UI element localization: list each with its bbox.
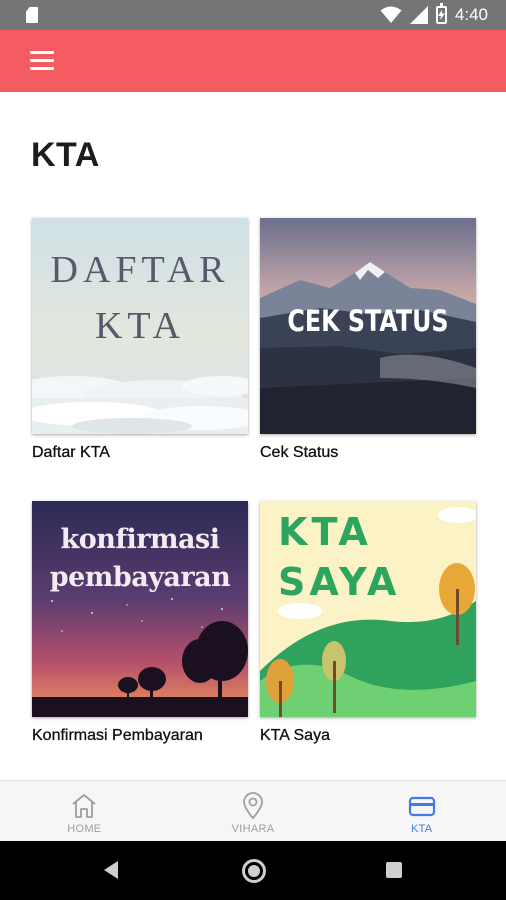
card-label: KTA Saya (260, 727, 330, 744)
status-icons: 4:40 (380, 0, 488, 30)
status-bar: 4:40 (0, 0, 506, 30)
card-image-text: konfirmasi pembayaran (49, 524, 231, 593)
card-image-konfirmasi-pembayaran: konfirmasi pembayaran (32, 501, 248, 717)
card-image-daftar-kta: DAFTAR KTA (32, 218, 248, 434)
recents-icon[interactable] (386, 862, 402, 878)
card-label: Konfirmasi Pembayaran (32, 727, 203, 744)
nav-item-vihara[interactable]: VIHARA (169, 781, 338, 841)
signal-icon (409, 6, 428, 24)
card-cek-status[interactable]: CEK STATUS Cek Status (260, 218, 476, 462)
app-bar (0, 30, 506, 92)
home-circle-icon[interactable] (242, 859, 266, 883)
card-konfirmasi-pembayaran[interactable]: konfirmasi pembayaran Konfirmasi Pembaya… (32, 501, 248, 745)
sd-card-icon (26, 7, 38, 23)
status-time: 4:40 (454, 5, 488, 24)
card-image-text: CEK STATUS (287, 304, 449, 338)
system-navigation-bar (0, 841, 506, 900)
card-image-text: KTA SAYA (278, 510, 401, 604)
back-icon[interactable] (104, 861, 118, 879)
nav-label: KTA (410, 823, 433, 835)
card-icon (408, 796, 435, 817)
card-label: Cek Status (260, 444, 339, 461)
nav-item-home[interactable]: HOME (0, 781, 169, 841)
home-icon (72, 794, 96, 818)
hamburger-menu-icon[interactable] (30, 50, 56, 72)
card-image-cek-status: CEK STATUS (260, 218, 476, 434)
location-pin-icon (243, 792, 263, 820)
nav-label: HOME (67, 823, 102, 835)
nav-label: VIHARA (231, 823, 275, 835)
card-image-kta-saya: KTA SAYA (260, 501, 476, 717)
battery-charging-icon (435, 3, 447, 24)
card-kta-saya[interactable]: KTA SAYA KTA Saya (260, 501, 476, 745)
card-image-text: DAFTAR KTA (50, 249, 230, 347)
wifi-icon (380, 6, 402, 23)
card-daftar-kta[interactable]: DAFTAR KTA Daftar KTA (32, 218, 248, 462)
card-label: Daftar KTA (32, 444, 110, 461)
bottom-navigation: HOME VIHARA KTA (0, 780, 506, 841)
nav-item-kta[interactable]: KTA (337, 781, 506, 841)
page-title: KTA (31, 136, 100, 174)
